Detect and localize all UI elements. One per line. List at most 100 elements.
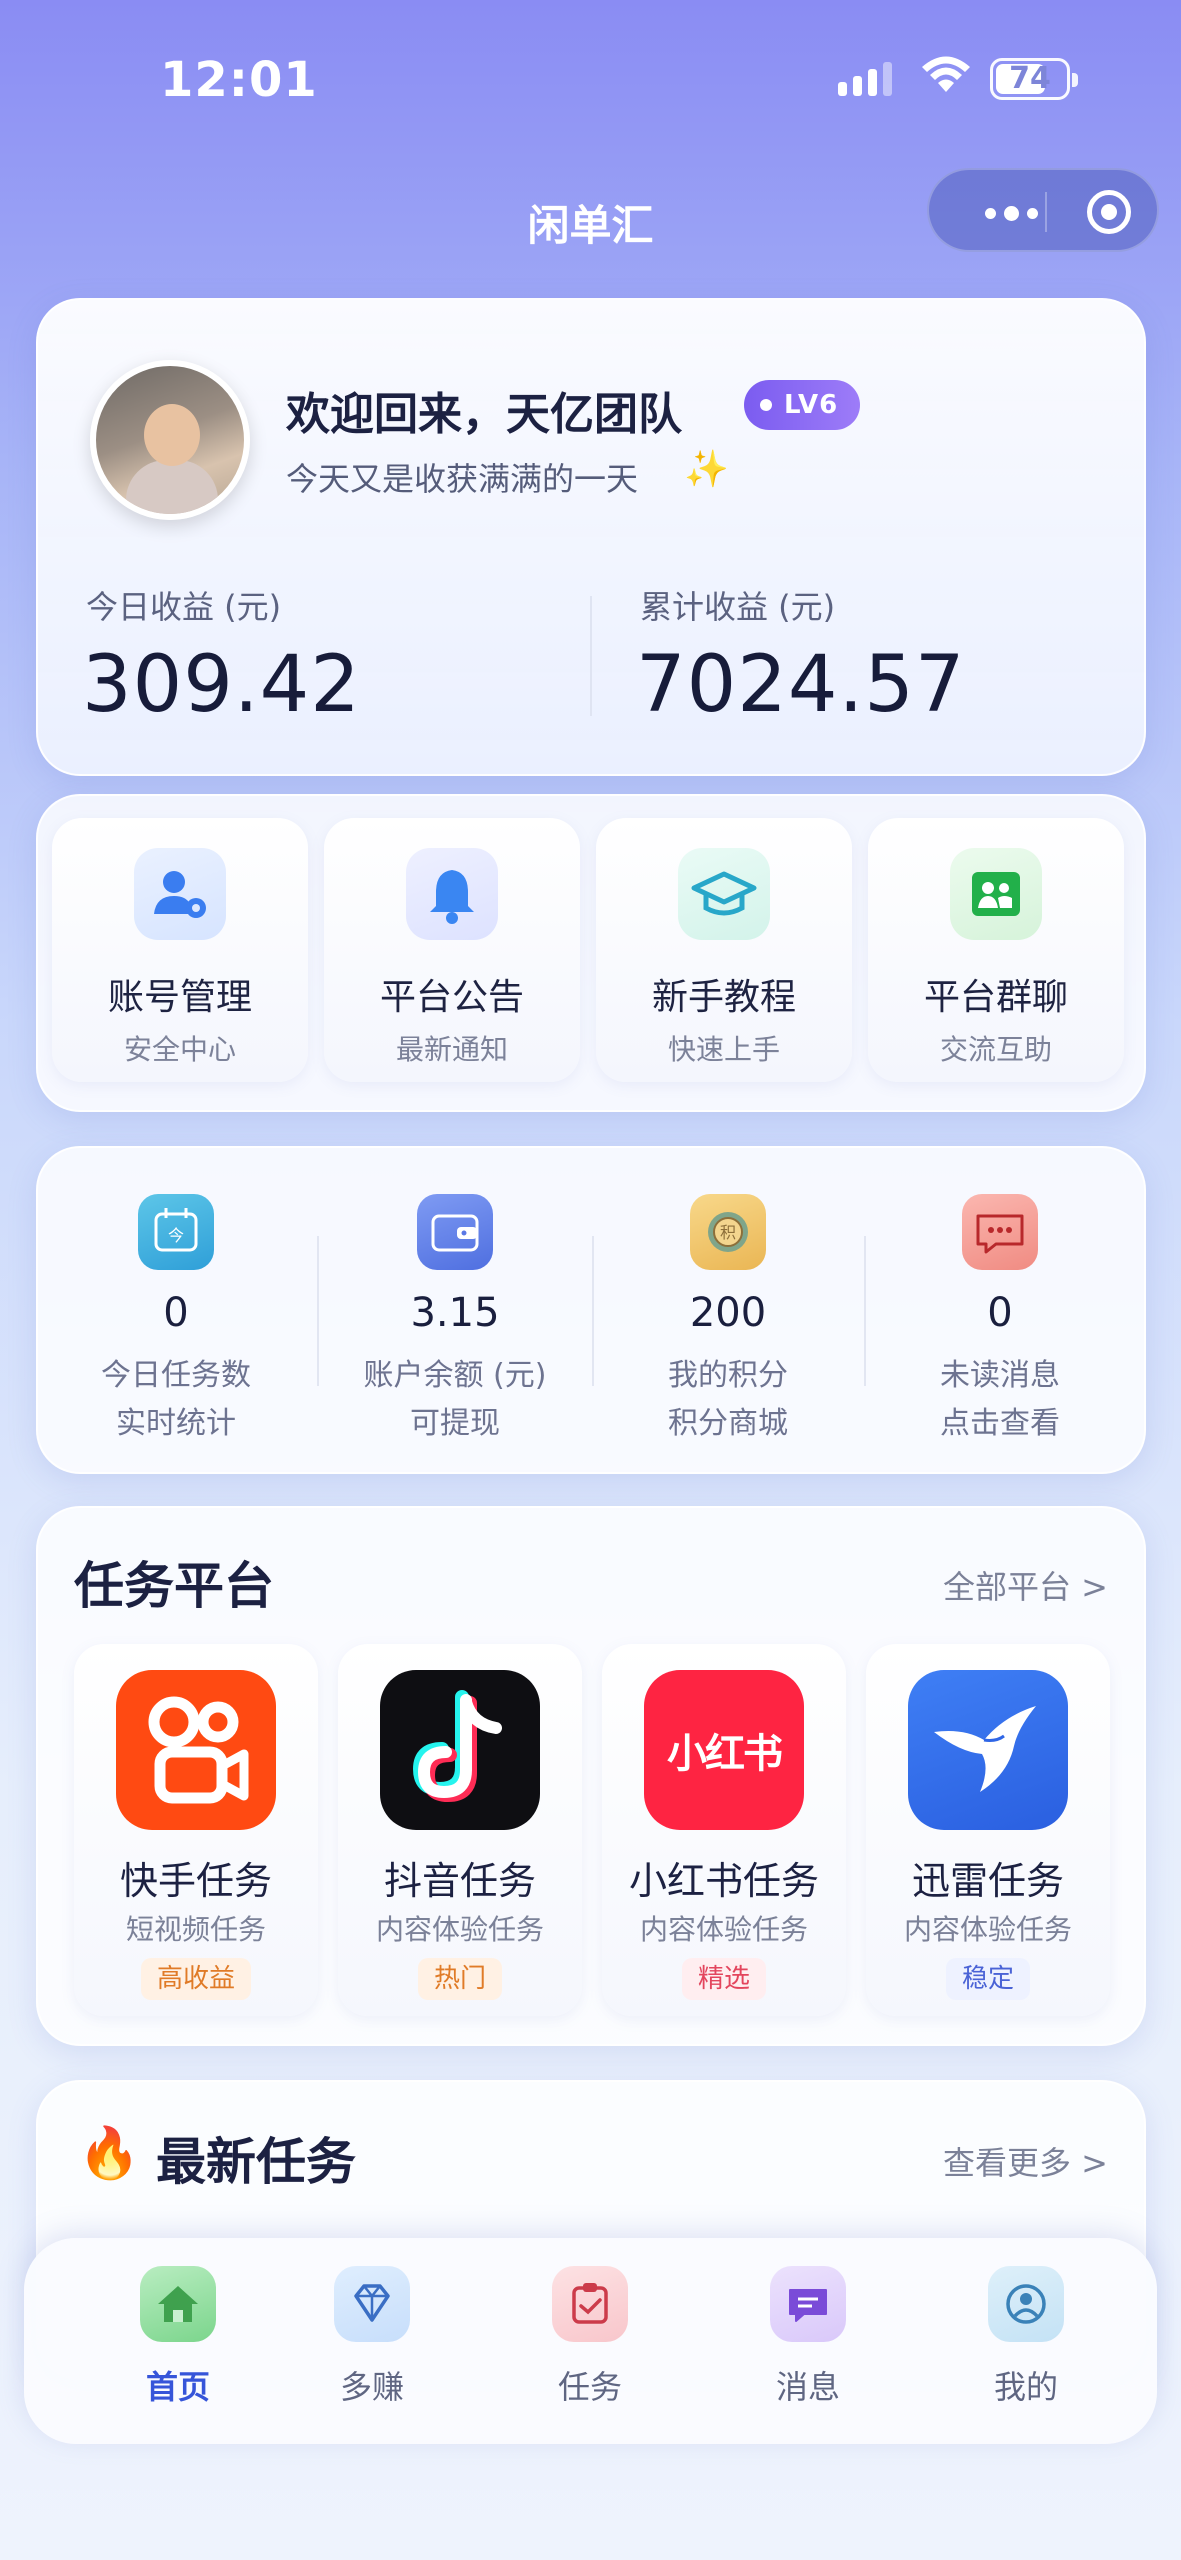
profile-icon bbox=[988, 2266, 1064, 2342]
wallet-icon bbox=[417, 1194, 493, 1270]
tab-tasks[interactable]: 任务 bbox=[510, 2266, 670, 2416]
miniprogram-capsule[interactable] bbox=[927, 168, 1159, 252]
svg-text:今: 今 bbox=[168, 1226, 184, 1245]
quick-actions-card: 账号管理 安全中心 平台公告 最新通知 新手教程 快速上手 平台群聊 交流互助 bbox=[36, 794, 1146, 1112]
platform-tag: 热门 bbox=[417, 1958, 503, 2000]
more-menu-icon[interactable] bbox=[985, 206, 1038, 221]
quick-action-account[interactable]: 账号管理 安全中心 bbox=[52, 818, 308, 1082]
status-time: 12:01 bbox=[160, 52, 318, 108]
platform-douyin[interactable]: 抖音任务 内容体验任务 热门 bbox=[338, 1644, 582, 2016]
tab-label: 首页 bbox=[145, 2368, 210, 2406]
total-earnings-label: 累计收益 (元) bbox=[640, 588, 836, 626]
stat-label: 今日任务数 bbox=[101, 1358, 251, 1393]
home-icon bbox=[140, 2266, 216, 2342]
platform-name: 快手任务 bbox=[119, 1859, 272, 1903]
platform-sub: 内容体验任务 bbox=[375, 1913, 544, 1946]
quick-action-sub: 快速上手 bbox=[667, 1033, 780, 1066]
tab-label: 我的 bbox=[993, 2368, 1058, 2406]
status-bar: 12:01 74 bbox=[0, 0, 1181, 150]
bell-icon bbox=[406, 848, 498, 940]
graduation-cap-icon bbox=[678, 848, 770, 940]
message-icon bbox=[962, 1194, 1038, 1270]
task-platforms-card: 任务平台 全部平台 > 快手任务 短视频任务 高收益 抖音任务 内容体验任务 热… bbox=[36, 1506, 1146, 2046]
quick-action-label: 平台群聊 bbox=[923, 977, 1068, 1018]
platform-name: 迅雷任务 bbox=[911, 1859, 1064, 1903]
platform-name: 小红书任务 bbox=[628, 1859, 819, 1903]
quick-action-sub: 最新通知 bbox=[395, 1033, 508, 1066]
quick-action-label: 平台公告 bbox=[379, 977, 524, 1018]
quick-action-announcement[interactable]: 平台公告 最新通知 bbox=[324, 818, 580, 1082]
tab-label: 多赚 bbox=[339, 2368, 404, 2406]
svg-text:积: 积 bbox=[720, 1223, 736, 1242]
platform-sub: 内容体验任务 bbox=[639, 1913, 808, 1946]
profile-card: 欢迎回来，天亿团队 LV6 今天又是收获满满的一天 ✨ 今日收益 (元) 309… bbox=[36, 298, 1146, 776]
tab-earn-more[interactable]: 多赚 bbox=[292, 2266, 452, 2416]
stat-value: 0 bbox=[987, 1290, 1013, 1336]
platform-tag: 精选 bbox=[681, 1958, 767, 2000]
kuaishou-logo-icon bbox=[116, 1670, 276, 1830]
platform-xiaohongshu[interactable]: 小红书 小红书任务 内容体验任务 精选 bbox=[602, 1644, 846, 2016]
stat-label: 账户余额 (元) bbox=[363, 1358, 547, 1393]
stat-points[interactable]: 积 200 我的积分 积分商城 bbox=[592, 1194, 864, 1444]
platform-tag: 高收益 bbox=[140, 1958, 252, 2000]
quick-action-sub: 安全中心 bbox=[123, 1033, 236, 1066]
quick-action-tutorial[interactable]: 新手教程 快速上手 bbox=[596, 818, 852, 1082]
tab-home[interactable]: 首页 bbox=[98, 2266, 258, 2416]
battery-level-text: 74 bbox=[1009, 61, 1051, 96]
platform-name: 抖音任务 bbox=[383, 1859, 536, 1903]
fire-icon: 🔥 bbox=[78, 2124, 141, 2182]
stat-label: 我的积分 bbox=[668, 1358, 788, 1393]
platform-xunlei[interactable]: 迅雷任务 内容体验任务 稳定 bbox=[866, 1644, 1110, 2016]
stat-label: 未读消息 bbox=[940, 1358, 1060, 1393]
diamond-icon bbox=[334, 2266, 410, 2342]
task-icon bbox=[552, 2266, 628, 2342]
section-title: 任务平台 bbox=[74, 1557, 274, 1615]
sparkle-icon: ✨ bbox=[684, 449, 729, 490]
chat-icon bbox=[770, 2266, 846, 2342]
stat-value: 200 bbox=[689, 1290, 767, 1336]
quick-action-group-chat[interactable]: 平台群聊 交流互助 bbox=[868, 818, 1124, 1082]
calendar-today-icon: 今 bbox=[138, 1194, 214, 1270]
group-chat-icon bbox=[950, 848, 1042, 940]
today-earnings-label: 今日收益 (元) bbox=[86, 588, 282, 626]
platform-tag: 稳定 bbox=[945, 1958, 1031, 2000]
battery-icon: 74 bbox=[990, 58, 1078, 100]
today-earnings-value: 309.42 bbox=[82, 640, 361, 730]
total-earnings-value: 7024.57 bbox=[636, 640, 966, 730]
stats-card: 今 0 今日任务数 实时统计 3.15 账户余额 (元) 可提现 积 200 我… bbox=[36, 1146, 1146, 1474]
tab-mine[interactable]: 我的 bbox=[946, 2266, 1106, 2416]
welcome-text: 欢迎回来，天亿团队 bbox=[286, 389, 682, 440]
xiaohongshu-logo-icon: 小红书 bbox=[644, 1670, 804, 1830]
stat-value: 3.15 bbox=[410, 1290, 500, 1336]
stat-sub: 点击查看 bbox=[940, 1406, 1060, 1441]
quick-action-sub: 交流互助 bbox=[939, 1033, 1052, 1066]
platform-kuaishou[interactable]: 快手任务 短视频任务 高收益 bbox=[74, 1644, 318, 2016]
section-title: 最新任务 bbox=[156, 2133, 356, 2191]
xunlei-logo-icon bbox=[908, 1670, 1068, 1830]
tab-label: 消息 bbox=[775, 2368, 840, 2406]
platform-sub: 内容体验任务 bbox=[903, 1913, 1072, 1946]
user-gear-icon bbox=[134, 848, 226, 940]
welcome-subtitle: 今天又是收获满满的一天 bbox=[286, 460, 639, 498]
tab-label: 任务 bbox=[557, 2368, 622, 2406]
stat-value: 0 bbox=[163, 1290, 189, 1336]
stat-unread-messages[interactable]: 0 未读消息 点击查看 bbox=[864, 1194, 1136, 1444]
close-miniprogram-icon[interactable] bbox=[1087, 190, 1131, 234]
stat-today-tasks[interactable]: 今 0 今日任务数 实时统计 bbox=[40, 1194, 312, 1444]
stat-sub: 可提现 bbox=[410, 1406, 500, 1441]
all-platforms-link[interactable]: 全部平台 > bbox=[943, 1562, 1108, 1608]
quick-action-label: 新手教程 bbox=[651, 977, 796, 1018]
avatar[interactable] bbox=[90, 360, 250, 520]
points-coin-icon: 积 bbox=[690, 1194, 766, 1270]
xiaohongshu-logo-text: 小红书 bbox=[667, 1731, 783, 1777]
cellular-signal-icon bbox=[838, 62, 892, 96]
douyin-logo-icon bbox=[380, 1670, 540, 1830]
bottom-tab-bar: 首页 多赚 任务 消息 我的 bbox=[24, 2238, 1157, 2444]
wifi-icon bbox=[920, 54, 972, 94]
quick-action-label: 账号管理 bbox=[107, 977, 252, 1018]
tab-messages[interactable]: 消息 bbox=[728, 2266, 888, 2416]
level-badge: LV6 bbox=[744, 380, 861, 430]
view-more-link[interactable]: 查看更多 > bbox=[943, 2138, 1108, 2184]
stat-balance[interactable]: 3.15 账户余额 (元) 可提现 bbox=[319, 1194, 591, 1444]
stat-sub: 积分商城 bbox=[668, 1406, 788, 1441]
